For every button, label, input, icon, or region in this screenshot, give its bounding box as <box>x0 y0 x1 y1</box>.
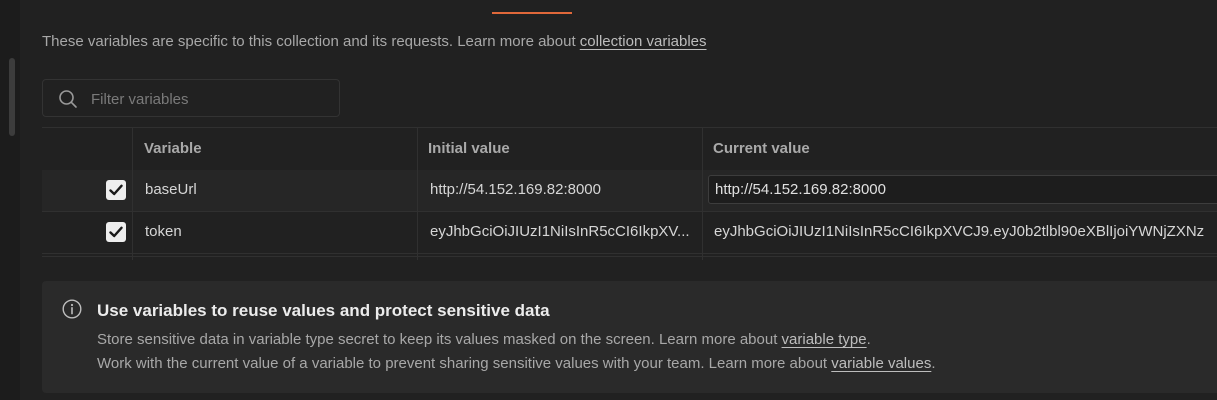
variables-table: Variable Initial value Current value bas… <box>42 127 1217 260</box>
collection-variables-link[interactable]: collection variables <box>580 33 707 50</box>
variables-info-banner: Use variables to reuse values and protec… <box>42 281 1217 393</box>
table-header-row: Variable Initial value Current value <box>42 127 1217 171</box>
info-icon <box>62 299 82 319</box>
info-line-text: Store sensitive data in variable type se… <box>97 331 782 348</box>
left-rail <box>0 0 20 400</box>
column-divider <box>417 127 418 260</box>
info-line-text: Work with the current value of a variabl… <box>97 355 832 372</box>
description-text: These variables are specific to this col… <box>42 33 580 50</box>
column-divider <box>702 127 703 260</box>
variable-name-cell[interactable]: baseUrl <box>145 181 415 198</box>
enable-checkbox[interactable] <box>106 180 126 200</box>
enable-checkbox[interactable] <box>106 222 126 242</box>
table-row: token eyJhbGciOiJIUzI1NiIsInR5cCI6IkpXV.… <box>42 212 1217 254</box>
info-line-current-value: Work with the current value of a variabl… <box>97 355 936 372</box>
checkmark-icon <box>109 226 123 238</box>
variable-type-link[interactable]: variable type <box>782 331 867 348</box>
info-line-end: . <box>931 355 936 372</box>
active-tab-indicator <box>492 12 572 14</box>
initial-value-cell[interactable]: http://54.152.169.82:8000 <box>430 181 700 198</box>
initial-value-cell[interactable]: eyJhbGciOiJIUzI1NiIsInR5cCI6IkpXV... <box>430 223 702 240</box>
filter-variables-box <box>42 79 340 118</box>
collection-variables-description: These variables are specific to this col… <box>42 33 707 50</box>
info-line-end: . <box>866 331 871 348</box>
current-value-column-header: Current value <box>713 140 810 157</box>
info-banner-title: Use variables to reuse values and protec… <box>97 301 550 320</box>
current-value-input[interactable]: http://54.152.169.82:8000 <box>708 175 1217 204</box>
column-divider <box>132 127 133 260</box>
current-value-text: http://54.152.169.82:8000 <box>715 181 886 198</box>
search-icon <box>59 90 77 108</box>
variable-values-link[interactable]: variable values <box>831 355 931 372</box>
table-row: baseUrl http://54.152.169.82:8000 http:/… <box>42 170 1217 212</box>
initial-value-column-header: Initial value <box>428 140 510 157</box>
table-bottom-border <box>42 256 1217 257</box>
scrollbar-thumb[interactable] <box>9 58 15 136</box>
info-line-secret: Store sensitive data in variable type se… <box>97 331 871 348</box>
checkmark-icon <box>109 184 123 196</box>
filter-variables-input[interactable] <box>89 80 333 118</box>
current-value-cell[interactable]: eyJhbGciOiJIUzI1NiIsInR5cCI6IkpXVCJ9.eyJ… <box>714 223 1217 240</box>
variable-column-header: Variable <box>144 140 202 157</box>
variable-name-cell[interactable]: token <box>145 223 415 240</box>
